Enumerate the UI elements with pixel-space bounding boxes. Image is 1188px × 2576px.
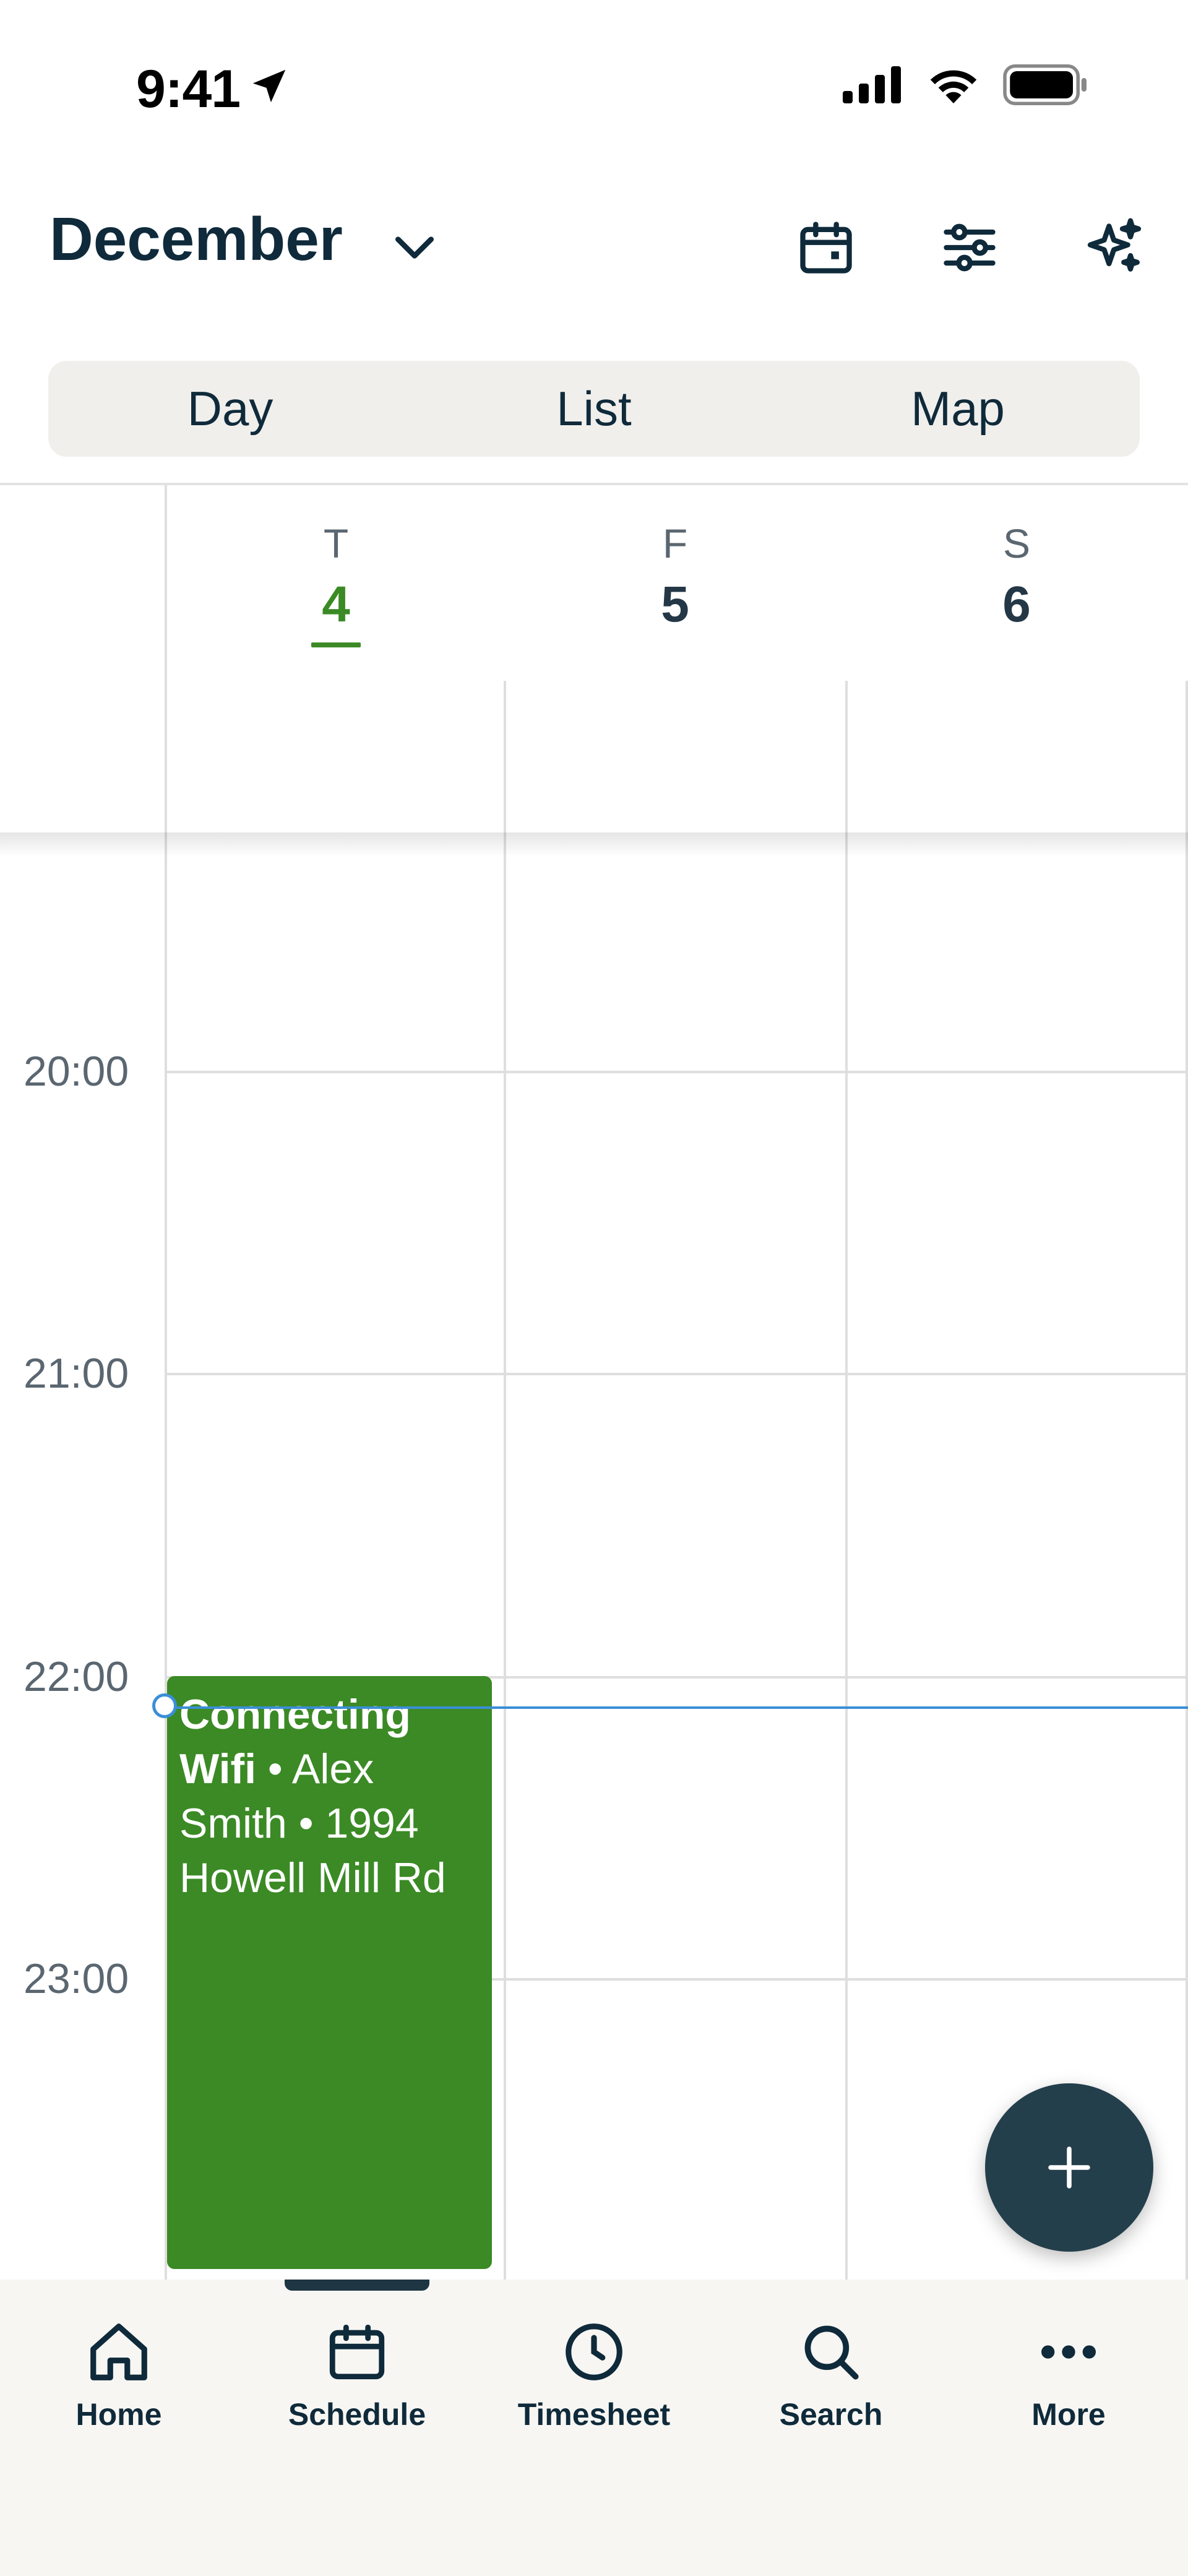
tab-map[interactable]: Map — [776, 361, 1140, 457]
calendar-icon[interactable] — [792, 214, 860, 282]
nav-timesheet[interactable]: Timesheet — [501, 2315, 687, 2432]
grid-vline — [504, 681, 506, 2280]
hour-label: 22:00 — [24, 1653, 129, 1700]
filter-sliders-icon[interactable] — [936, 214, 1004, 282]
all-day-area-shadow — [0, 832, 1188, 857]
tab-list[interactable]: List — [412, 361, 776, 457]
nav-label: Search — [779, 2397, 883, 2432]
current-time-dot — [152, 1693, 177, 1718]
day-column-header[interactable]: T 4 — [166, 520, 506, 647]
nav-label: Timesheet — [517, 2397, 671, 2432]
day-of-week: S — [1002, 521, 1031, 566]
wifi-icon — [930, 70, 977, 103]
nav-label: Home — [75, 2397, 162, 2432]
day-of-week: T — [323, 521, 349, 566]
nav-search[interactable]: Search — [738, 2315, 924, 2432]
month-title[interactable]: December — [50, 204, 343, 274]
grid-hline — [165, 1373, 1188, 1375]
chevron-down-icon[interactable] — [390, 229, 439, 269]
more-icon — [976, 2315, 1161, 2389]
event-card[interactable]: Connecting Wifi • Alex Smith • 1994 Howe… — [167, 1676, 492, 2269]
view-segmented-control: Day List Map — [48, 361, 1140, 457]
grid-vline — [1186, 681, 1188, 2280]
day-column-header[interactable]: F 5 — [505, 520, 845, 634]
current-time-line — [166, 1706, 1188, 1709]
location-arrow-icon — [248, 64, 291, 111]
add-button[interactable] — [985, 2083, 1153, 2252]
search-icon — [738, 2315, 924, 2389]
hour-label: 21:00 — [24, 1350, 129, 1397]
nav-label: Schedule — [288, 2397, 426, 2432]
sparkles-icon[interactable] — [1080, 214, 1148, 282]
nav-schedule[interactable]: Schedule — [264, 2315, 450, 2432]
day-number: 5 — [661, 576, 689, 633]
header-divider — [0, 483, 1188, 485]
status-indicators — [843, 64, 1089, 105]
nav-home[interactable]: Home — [26, 2315, 212, 2432]
nav-label: More — [1031, 2397, 1106, 2432]
calendar-icon — [264, 2315, 450, 2389]
day-column-header[interactable]: S 6 — [846, 520, 1187, 634]
day-number: 6 — [1002, 576, 1031, 633]
nav-more[interactable]: More — [976, 2315, 1161, 2432]
clock-icon — [501, 2315, 687, 2389]
hour-label: 23:00 — [24, 1955, 129, 2002]
nav-active-indicator — [285, 2280, 429, 2291]
status-time: 9:41 — [136, 59, 241, 119]
day-number: 4 — [322, 576, 350, 633]
plus-icon — [1048, 2146, 1090, 2189]
signal-icon — [843, 66, 901, 103]
today-indicator — [311, 642, 361, 647]
battery-icon — [1003, 64, 1087, 105]
day-of-week: F — [662, 521, 688, 566]
tab-day[interactable]: Day — [48, 361, 412, 457]
hour-label: 20:00 — [24, 1048, 129, 1095]
home-icon — [26, 2315, 212, 2389]
grid-hline — [165, 1071, 1188, 1073]
grid-vline — [845, 681, 848, 2280]
